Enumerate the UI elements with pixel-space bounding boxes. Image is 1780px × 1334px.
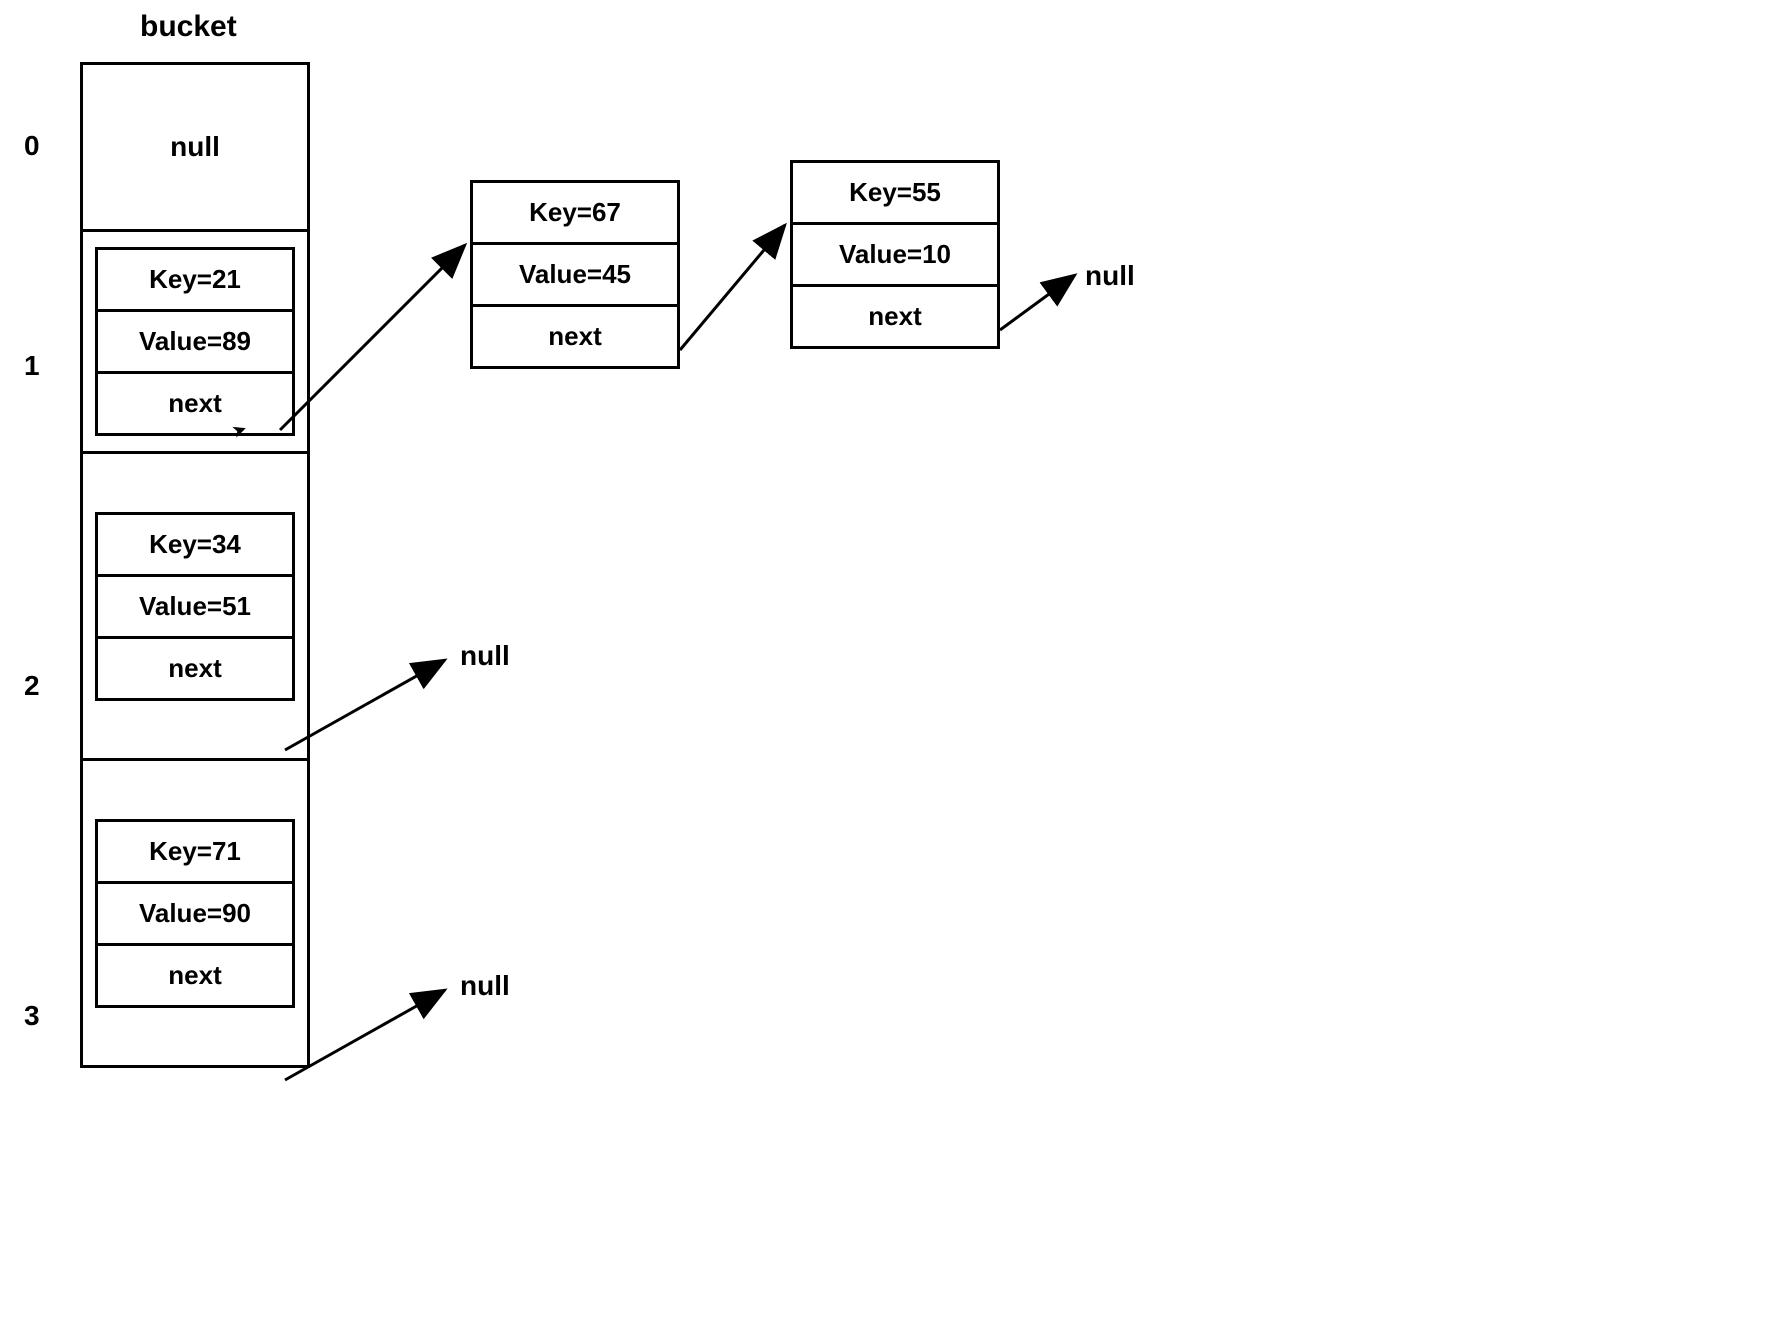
chain1a-key: Key=67 [472, 182, 679, 244]
node-bucket3: Key=71 Value=90 next [95, 819, 295, 1008]
bucket1-next: next [97, 373, 294, 435]
bucket3-value: Value=90 [97, 882, 294, 944]
bucket3-next: next [97, 944, 294, 1006]
bucket-header: bucket [140, 10, 237, 44]
arrow-n2-null [1000, 275, 1075, 330]
node-bucket1: Key=21 Value=89 next [95, 247, 295, 436]
index-2: 2 [24, 670, 40, 702]
index-1: 1 [24, 350, 40, 382]
chain-node-1a: Key=67 Value=45 next [470, 180, 680, 369]
arrow-n1-n2 [680, 225, 785, 350]
bucket-slot-3: Key=71 Value=90 next [80, 758, 310, 1068]
chain1b-value: Value=10 [792, 224, 999, 286]
chain3-end-null: null [460, 970, 510, 1002]
chain1b-key: Key=55 [792, 162, 999, 224]
chain-node-1b: Key=55 Value=10 next [790, 160, 1000, 349]
bucket2-next: next [97, 637, 294, 699]
index-3: 3 [24, 1000, 40, 1032]
index-0: 0 [24, 130, 40, 162]
bucket-slot-2: Key=34 Value=51 next [80, 451, 310, 761]
chain1a-value: Value=45 [472, 244, 679, 306]
bucket3-key: Key=71 [97, 820, 294, 882]
bucket-slot-0: null [80, 62, 310, 232]
chain2-end-null: null [460, 640, 510, 672]
bucket1-key: Key=21 [97, 249, 294, 311]
bucket0-content: null [170, 131, 220, 163]
chain1b-next: next [792, 286, 999, 348]
bucket2-key: Key=34 [97, 513, 294, 575]
chain1a-next: next [472, 306, 679, 368]
bucket-column: null Key=21 Value=89 next Key=34 Value=5… [80, 62, 310, 1065]
node-bucket2: Key=34 Value=51 next [95, 512, 295, 701]
bucket1-value: Value=89 [97, 311, 294, 373]
bucket-slot-1: Key=21 Value=89 next [80, 229, 310, 454]
chain1-end-null: null [1085, 260, 1135, 292]
bucket2-value: Value=51 [97, 575, 294, 637]
